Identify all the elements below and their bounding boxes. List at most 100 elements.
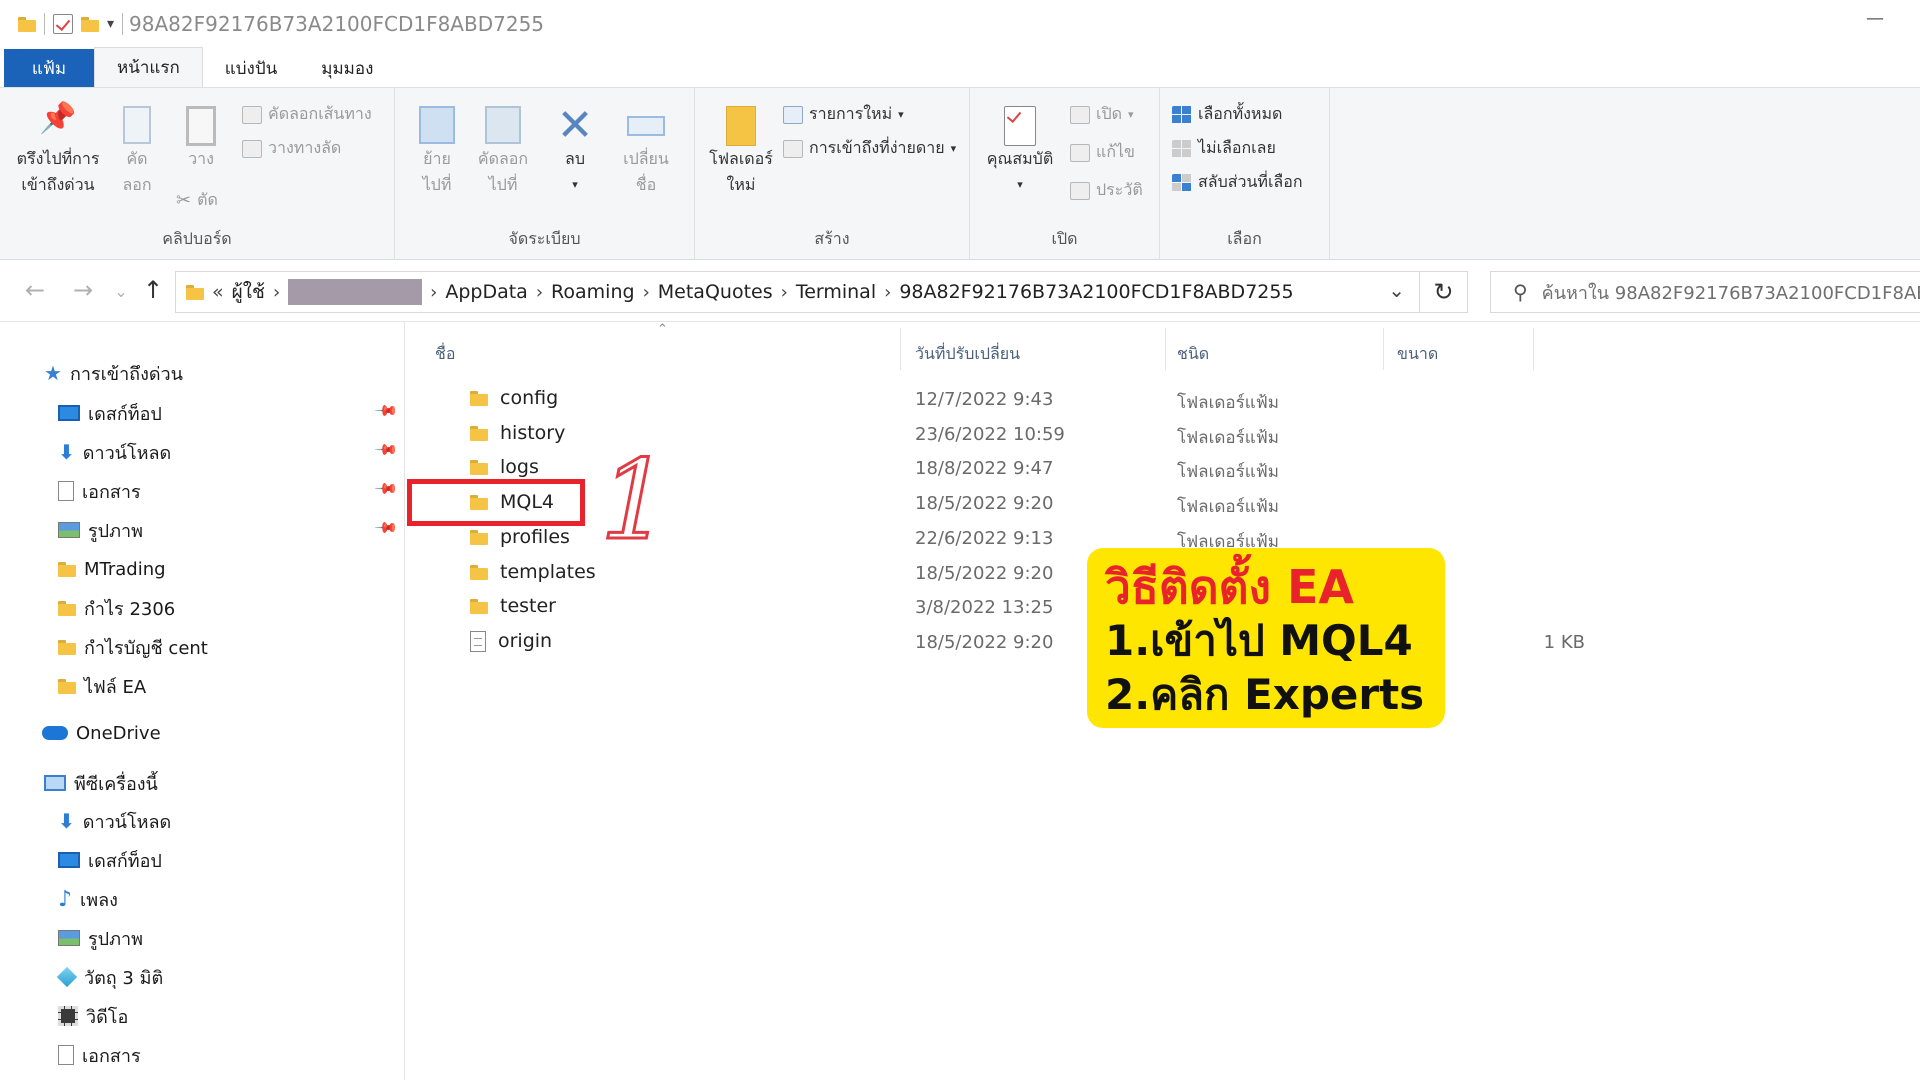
tab-file[interactable]: แฟ้ม — [4, 49, 94, 87]
recent-locations-button[interactable]: ⌄ — [106, 282, 136, 301]
sidebar-item-pictures[interactable]: รูปภาพ — [58, 515, 143, 545]
copy-path-button[interactable]: คัดลอกเส้นทาง — [242, 102, 372, 127]
sidebar-item-pc-downloads[interactable]: ⬇ ดาวน์โหลด — [58, 806, 171, 836]
sidebar-item-label: MTrading — [84, 558, 166, 580]
select-none-button[interactable]: ไม่เลือกเลย — [1172, 136, 1276, 161]
cut-button[interactable]: ✂ ตัด — [176, 188, 218, 213]
refresh-button[interactable]: ↻ — [1420, 271, 1468, 313]
pin-icon: 📌 — [373, 515, 400, 541]
breadcrumb-metaquotes[interactable]: MetaQuotes — [658, 281, 773, 303]
sidebar-item-profit-2306[interactable]: กำไร 2306 — [58, 593, 175, 623]
chevron-right-icon: › — [535, 281, 544, 303]
new-group: โฟลเดอร์ ใหม่ รายการใหม่ ▾ การเข้าถึงที่… — [695, 88, 970, 260]
sidebar-item-documents[interactable]: เอกสาร — [58, 476, 141, 506]
new-folder-icon — [703, 106, 779, 146]
column-header-type[interactable]: ชนิด — [1177, 342, 1209, 367]
ribbon-tabs: แฟ้ม หน้าแรก แบ่งปัน มุมมอง — [0, 47, 1920, 88]
breadcrumb-terminal[interactable]: Terminal — [796, 281, 876, 303]
sidebar-item-pc-videos[interactable]: วิดีโอ — [58, 1001, 128, 1031]
callout-step-1: 1.เข้าไป MQL4 — [1105, 616, 1413, 665]
paste-shortcut-button[interactable]: วางทางลัด — [242, 136, 341, 161]
video-icon — [58, 1006, 78, 1026]
file-list-header: ⌃ ชื่อ วันที่ปรับเปลี่ยน ชนิด ขนาด — [405, 322, 1920, 378]
back-button[interactable]: ← — [20, 276, 50, 304]
address-bar[interactable]: « ผู้ใช้ › › AppData › Roaming › MetaQuo… — [175, 271, 1420, 313]
search-input[interactable]: ⚲ ค้นหาใน 98A82F92176B73A2100FCD1F8ABD72… — [1490, 271, 1920, 313]
properties-button[interactable]: คุณสมบัติ ▾ — [984, 106, 1056, 198]
paste-button[interactable]: วาง — [176, 106, 226, 172]
tab-home[interactable]: หน้าแรก — [94, 47, 203, 87]
sidebar-item-quick-access[interactable]: ★ การเข้าถึงด่วน — [44, 358, 183, 388]
overflow-button[interactable]: « — [212, 281, 224, 303]
pin-label-line2: เข้าถึงด่วน — [21, 175, 95, 194]
folder-icon — [470, 564, 488, 580]
sidebar-item-pc-3d-objects[interactable]: วัตถุ 3 มิติ — [56, 962, 163, 992]
column-divider[interactable] — [1383, 328, 1384, 370]
breadcrumb-appdata[interactable]: AppData — [445, 281, 528, 303]
copy-path-icon — [242, 105, 262, 124]
copy-to-button[interactable]: คัดลอก ไปที่ — [467, 106, 539, 198]
chevron-down-icon[interactable]: ⌄ — [1388, 278, 1405, 302]
sidebar-item-pc-documents[interactable]: เอกสาร — [58, 1040, 141, 1070]
file-size: 1 KB — [1543, 632, 1585, 653]
column-divider[interactable] — [900, 328, 901, 370]
column-divider[interactable] — [1533, 328, 1534, 370]
minimize-button[interactable]: — — [1866, 10, 1884, 28]
sidebar-item-pc-music[interactable]: ♪ เพลง — [58, 884, 118, 914]
sidebar-item-this-pc[interactable]: พีซีเครื่องนี้ — [44, 768, 158, 798]
copy-button[interactable]: คัด ลอก — [112, 106, 162, 198]
history-button[interactable]: ประวัติ — [1070, 178, 1143, 203]
move-to-button[interactable]: ย้าย ไปที่ — [407, 106, 467, 198]
document-icon — [58, 1045, 74, 1065]
invert-selection-button[interactable]: สลับส่วนที่เลือก — [1172, 170, 1303, 195]
edit-button[interactable]: แก้ไข — [1070, 140, 1135, 165]
breadcrumb-current[interactable]: 98A82F92176B73A2100FCD1F8ABD7255 — [899, 281, 1293, 303]
delete-button[interactable]: ✕ ลบ ▾ — [545, 104, 605, 198]
open-button[interactable]: เปิด ▾ — [1070, 102, 1134, 127]
rename-icon — [613, 106, 679, 146]
sidebar-item-mtrading[interactable]: MTrading — [58, 554, 166, 584]
new-folder-icon[interactable] — [81, 16, 99, 32]
file-name: history — [500, 422, 566, 444]
column-header-name[interactable]: ชื่อ — [435, 342, 455, 367]
file-name: templates — [500, 561, 596, 583]
forward-button[interactable]: → — [68, 276, 98, 304]
column-header-date[interactable]: วันที่ปรับเปลี่ยน — [915, 342, 1020, 367]
column-header-size[interactable]: ขนาด — [1397, 342, 1438, 367]
new-item-button[interactable]: รายการใหม่ ▾ — [783, 102, 904, 127]
sidebar-item-cent-account[interactable]: กำไรบัญชี cent — [58, 632, 208, 662]
chevron-down-icon: ▾ — [898, 108, 904, 121]
edit-icon — [1070, 143, 1090, 162]
select-all-button[interactable]: เลือกทั้งหมด — [1172, 102, 1282, 127]
redacted-username — [288, 279, 423, 305]
pin-icon: 📌 — [373, 476, 400, 502]
customize-toolbar-icon[interactable]: ▾ — [107, 16, 114, 32]
search-icon: ⚲ — [1513, 280, 1528, 304]
up-button[interactable]: ↑ — [138, 276, 168, 304]
tab-share[interactable]: แบ่งปัน — [203, 49, 299, 87]
sidebar-item-pc-desktop[interactable]: เดสก์ท็อป — [58, 845, 162, 875]
sidebar-item-label: การเข้าถึงด่วน — [69, 363, 183, 385]
easy-access-label: การเข้าถึงที่ง่ายดาย — [809, 138, 945, 157]
properties-icon[interactable] — [53, 14, 73, 34]
pin-quick-access-button[interactable]: 📌 ตรึงไปที่การ เข้าถึงด่วน — [8, 104, 108, 198]
breadcrumb-roaming[interactable]: Roaming — [551, 281, 635, 303]
download-icon: ⬇ — [58, 809, 75, 833]
easy-access-button[interactable]: การเข้าถึงที่ง่ายดาย ▾ — [783, 136, 956, 161]
new-folder-button[interactable]: โฟลเดอร์ ใหม่ — [703, 106, 779, 198]
column-divider[interactable] — [1165, 328, 1166, 370]
sidebar-item-desktop[interactable]: เดสก์ท็อป — [58, 398, 162, 428]
rename-button[interactable]: เปลี่ยน ชื่อ — [613, 106, 679, 198]
breadcrumb-users[interactable]: ผู้ใช้ — [232, 277, 265, 307]
sidebar-item-onedrive[interactable]: OneDrive — [42, 718, 161, 748]
tab-view[interactable]: มุมมอง — [299, 49, 395, 87]
move-label-line1: ย้าย — [423, 149, 451, 168]
chevron-right-icon: › — [430, 281, 438, 303]
sidebar-item-downloads[interactable]: ⬇ ดาวน์โหลด — [58, 437, 171, 467]
open-group-label: เปิด — [1051, 229, 1078, 248]
sidebar-item-pc-pictures[interactable]: รูปภาพ — [58, 923, 143, 953]
folder-icon — [470, 459, 488, 475]
sidebar-item-ea-files[interactable]: ไฟล์ EA — [58, 671, 146, 701]
file-row[interactable]: config 12/7/2022 9:43 โฟลเดอร์แฟ้ม — [405, 384, 1920, 418]
navigation-bar: ← → ⌄ ↑ « ผู้ใช้ › › AppData › Roaming ›… — [0, 262, 1920, 322]
